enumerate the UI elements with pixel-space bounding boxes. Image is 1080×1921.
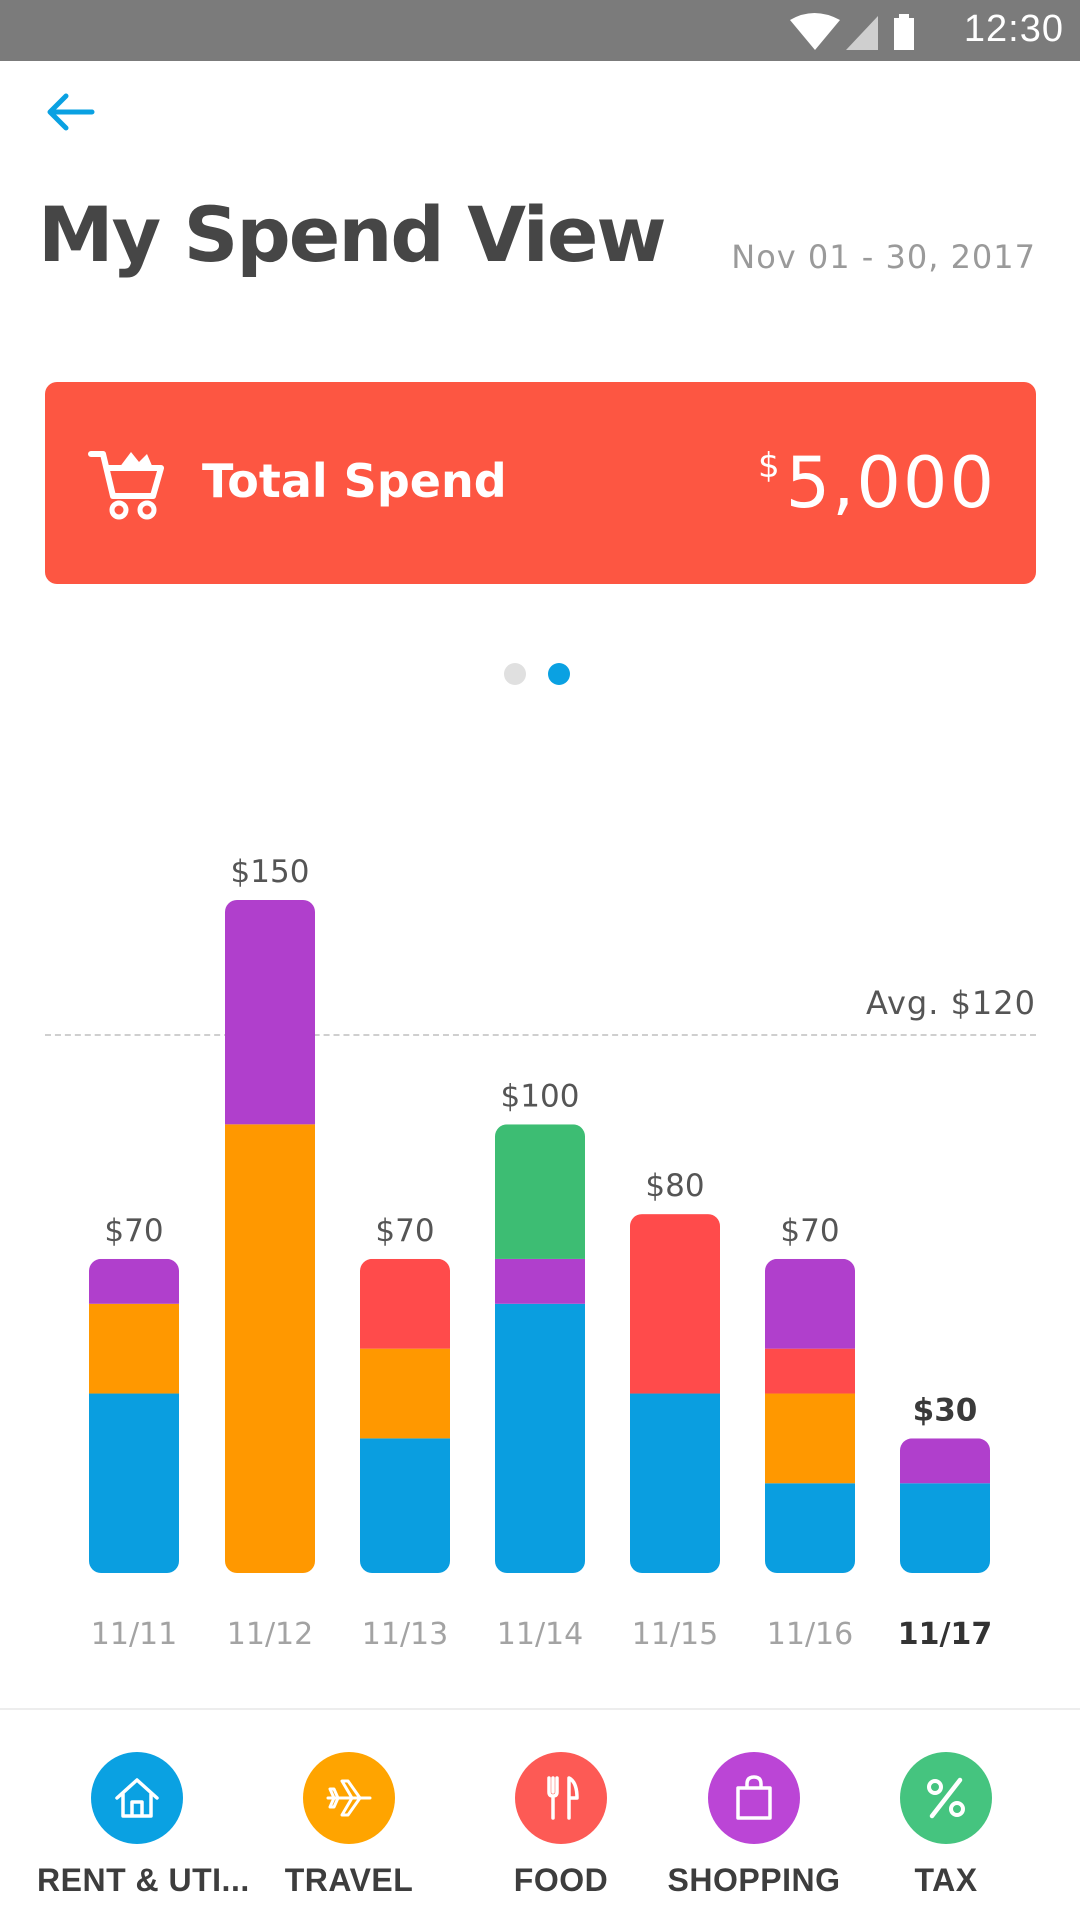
bar-total-label: $70 xyxy=(780,1213,839,1249)
page-dot-1[interactable] xyxy=(504,663,526,685)
category-shopping[interactable]: SHOPPING xyxy=(654,1752,854,1899)
bar-total-label: $150 xyxy=(231,854,310,890)
bar-total-label: $80 xyxy=(645,1168,704,1204)
category-label: TRAVEL xyxy=(284,1862,414,1898)
fork-knife-icon xyxy=(547,1776,579,1820)
category-tax[interactable]: TAX xyxy=(846,1752,1046,1899)
category-food[interactable]: FOOD xyxy=(461,1752,661,1899)
airplane-icon xyxy=(326,1779,372,1817)
percent-icon xyxy=(927,1777,965,1819)
bar-total-label: $70 xyxy=(104,1213,163,1249)
bar-segment-shopping xyxy=(900,1438,990,1484)
bar-11-11[interactable] xyxy=(89,1258,179,1573)
x-tick-label: 11/12 xyxy=(227,1617,313,1652)
battery-icon xyxy=(894,18,914,50)
bar-segment-shopping xyxy=(765,1258,855,1349)
category-circle xyxy=(91,1752,183,1844)
bar-segment-rent-uti- xyxy=(495,1303,585,1573)
shopping-bag-icon xyxy=(736,1775,772,1820)
category-rent-utilities[interactable]: RENT & UTI... xyxy=(37,1752,250,1899)
bar-segment-food xyxy=(630,1214,720,1394)
page-dot-2[interactable] xyxy=(548,663,570,685)
bar-segment-tax xyxy=(495,1124,585,1259)
x-tick-label: 11/14 xyxy=(497,1617,583,1652)
bar-segment-shopping xyxy=(495,1258,585,1304)
bar-total-label: $30 xyxy=(913,1392,978,1428)
bar-total-label: $70 xyxy=(375,1213,434,1249)
x-tick-label: 11/17 xyxy=(898,1617,992,1652)
average-label: Avg. $120 xyxy=(865,984,1036,1022)
x-tick-label: 11/11 xyxy=(91,1617,177,1652)
category-label: TAX xyxy=(914,1862,978,1898)
bar-segment-rent-uti- xyxy=(360,1438,450,1573)
wifi-icon xyxy=(790,13,840,50)
bar-11-13[interactable] xyxy=(360,1258,450,1573)
category-label: FOOD xyxy=(513,1862,609,1898)
shopping-cart-icon xyxy=(88,451,164,520)
bottom-divider xyxy=(0,1708,1080,1710)
bar-segment-rent-uti- xyxy=(765,1483,855,1573)
bar-segment-shopping xyxy=(89,1258,179,1304)
total-spend-amount: $5,000 xyxy=(758,442,996,524)
bar-segment-travel xyxy=(89,1303,179,1394)
total-spend-card[interactable]: Total Spend $5,000 xyxy=(45,382,1036,584)
average-line xyxy=(45,1034,1036,1036)
x-tick-label: 11/13 xyxy=(362,1617,448,1652)
bar-segment-food xyxy=(360,1258,450,1349)
category-circle xyxy=(303,1752,395,1844)
bar-segment-travel xyxy=(225,1124,315,1573)
x-tick-label: 11/15 xyxy=(632,1617,718,1652)
bar-segment-tax xyxy=(225,810,315,900)
bar-11-17[interactable] xyxy=(900,1438,990,1573)
bar-segment-food xyxy=(765,1348,855,1394)
total-spend-label: Total Spend xyxy=(202,454,507,508)
category-label: RENT & UTI... xyxy=(37,1862,250,1898)
status-icons xyxy=(790,13,914,50)
bar-11-15[interactable] xyxy=(630,1214,720,1573)
category-circle xyxy=(515,1752,607,1844)
bar-11-14[interactable] xyxy=(495,1124,585,1573)
bar-segment-rent-uti- xyxy=(900,1483,990,1573)
bar-11-16[interactable] xyxy=(765,1258,855,1573)
category-circle xyxy=(708,1752,800,1844)
signal-icon xyxy=(846,16,878,50)
category-travel[interactable]: TRAVEL xyxy=(249,1752,449,1899)
total-spend-currency: $ xyxy=(757,446,782,486)
page-indicator xyxy=(504,663,592,687)
x-tick-label: 11/16 xyxy=(767,1617,853,1652)
category-circle xyxy=(900,1752,992,1844)
status-time: 12:30 xyxy=(963,8,1064,50)
status-bar: 12:30 xyxy=(0,0,1080,61)
bar-segment-rent-uti- xyxy=(89,1393,179,1573)
back-arrow-icon[interactable] xyxy=(40,88,100,136)
bar-segment-shopping xyxy=(225,900,315,1125)
category-label: SHOPPING xyxy=(667,1862,841,1898)
page-title: My Spend View xyxy=(38,190,667,279)
bar-segment-travel xyxy=(765,1393,855,1484)
total-spend-value: 5,000 xyxy=(785,442,996,524)
bar-segment-rent-uti- xyxy=(630,1393,720,1573)
house-icon xyxy=(115,1778,159,1818)
bar-total-label: $100 xyxy=(501,1078,580,1114)
date-range[interactable]: Nov 01 - 30, 2017 xyxy=(731,238,1036,276)
bar-segment-travel xyxy=(360,1348,450,1439)
bar-11-12[interactable] xyxy=(225,810,315,1573)
daily-spend-chart: $70 11/11 $150 11/12 $70 11/13 $100 11/14 $80 11/… xyxy=(89,810,992,1652)
